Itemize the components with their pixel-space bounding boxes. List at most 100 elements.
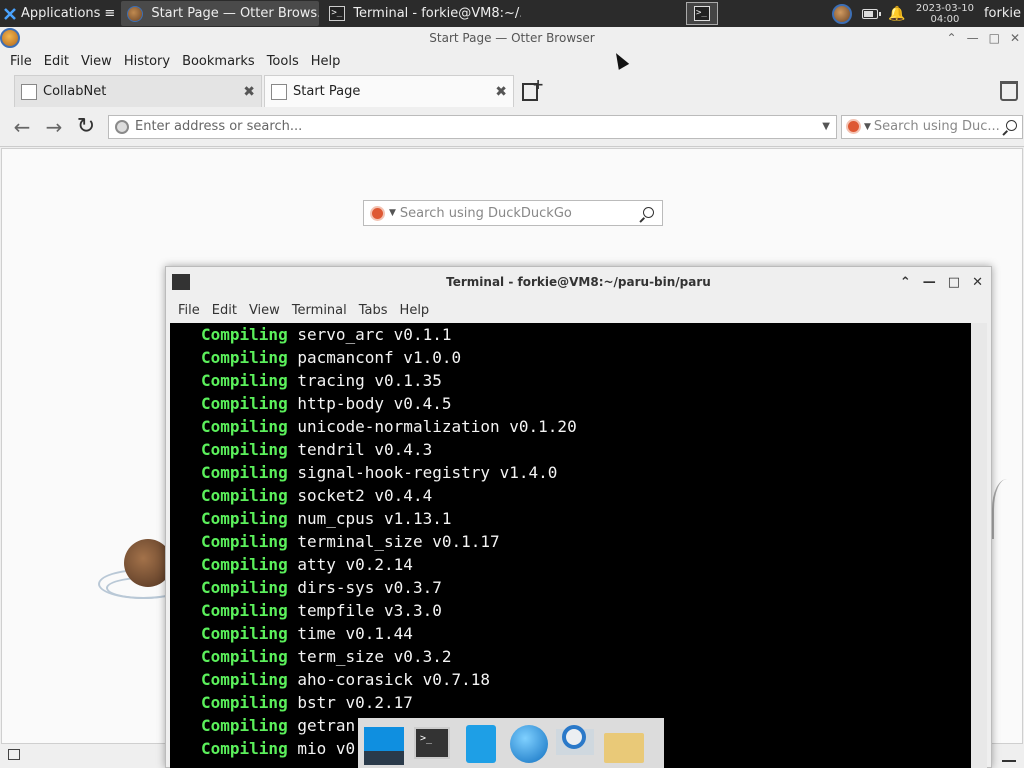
dock-show-desktop[interactable] <box>362 721 404 765</box>
search-bar[interactable]: ▼ Search using Duc... <box>841 114 1023 139</box>
globe-icon <box>115 119 129 134</box>
terminal-menu-file[interactable]: File <box>172 303 206 318</box>
start-page-search-input[interactable]: ▼ Search using DuckDuckGo <box>363 200 663 226</box>
terminal-titlebar[interactable]: Terminal - forkie@VM8:~/paru-bin/paru ⌃ … <box>166 267 991 297</box>
dock-home-folder[interactable] <box>602 721 644 765</box>
terminal-line: Compiling servo_arc v0.1.1 <box>201 323 972 346</box>
sidebar-toggle-icon[interactable] <box>8 749 20 760</box>
taskbar-item-browser[interactable]: Start Page — Otter Brows... <box>121 1 320 26</box>
forward-arrow-icon[interactable]: → <box>38 115 70 139</box>
user-menu[interactable]: forkie <box>984 6 1021 21</box>
search-icon[interactable] <box>643 207 654 218</box>
terminal-menu-view[interactable]: View <box>243 303 286 318</box>
terminal-line-text: unicode-normalization v0.1.20 <box>297 417 577 436</box>
terminal-keyword: Compiling <box>201 670 288 689</box>
search-icon[interactable] <box>1006 119 1017 131</box>
terminal-keyword: Compiling <box>201 693 288 712</box>
otter-tray-icon[interactable] <box>832 3 853 24</box>
maximize-icon[interactable]: □ <box>989 31 1000 45</box>
battery-icon[interactable] <box>862 8 882 19</box>
dock: >_ <box>358 718 664 768</box>
trash-icon[interactable] <box>1000 81 1018 101</box>
terminal-line: Compiling time v0.1.44 <box>201 622 972 645</box>
terminal-line-text: tracing v0.1.35 <box>297 371 442 390</box>
system-tray: 🔔 2023-03-10 04:00 forkie <box>832 0 1024 27</box>
chevron-up-icon[interactable]: ⌃ <box>900 275 911 290</box>
terminal-menu-edit[interactable]: Edit <box>206 303 243 318</box>
terminal-keyword: Compiling <box>201 739 288 758</box>
terminal-window-title: Terminal - forkie@VM8:~/paru-bin/paru <box>446 275 711 289</box>
applications-menu-button[interactable]: Applications ≡ <box>0 0 119 27</box>
clock[interactable]: 2023-03-10 04:00 <box>916 3 974 25</box>
chevron-up-icon[interactable]: ⌃ <box>947 31 957 45</box>
terminal-line-text: num_cpus v1.13.1 <box>297 509 452 528</box>
terminal-keyword: Compiling <box>201 348 288 367</box>
dock-file-manager[interactable] <box>458 721 498 765</box>
grass-illustration <box>992 479 1022 539</box>
close-icon[interactable]: ✕ <box>1010 31 1020 45</box>
duckduckgo-icon[interactable] <box>846 119 861 134</box>
applications-suffix: ≡ <box>104 6 116 21</box>
taskbar-item-label: Terminal - forkie@VM8:~/... <box>353 6 522 21</box>
menu-view[interactable]: View <box>75 54 118 69</box>
terminal-menu-tabs[interactable]: Tabs <box>353 303 394 318</box>
terminal-keyword: Compiling <box>201 716 288 735</box>
dock-app-finder[interactable] <box>554 721 594 765</box>
address-bar[interactable]: Enter address or search... ▼ <box>108 114 837 139</box>
menu-file[interactable]: File <box>4 54 38 69</box>
otter-browser-icon <box>0 28 20 48</box>
address-placeholder: Enter address or search... <box>135 119 303 134</box>
new-tab-icon[interactable]: + <box>520 78 544 103</box>
taskbar-item-terminal[interactable]: >_ Terminal - forkie@VM8:~/... <box>323 1 521 26</box>
taskbar-item-label: Start Page — Otter Brows... <box>151 6 320 21</box>
page-icon <box>271 83 287 100</box>
terminal-line-text: pacmanconf v1.0.0 <box>297 348 462 367</box>
maximize-icon[interactable]: □ <box>948 275 960 290</box>
terminal-line: Compiling tendril v0.4.3 <box>201 438 972 461</box>
chevron-down-icon[interactable]: ▼ <box>822 121 830 132</box>
terminal-line: Compiling signal-hook-registry v1.4.0 <box>201 461 972 484</box>
minimize-icon[interactable]: — <box>923 275 936 290</box>
terminal-icon: >_ <box>329 6 346 21</box>
terminal-menu-help[interactable]: Help <box>394 303 436 318</box>
menu-help[interactable]: Help <box>305 54 347 69</box>
tab-collabnet[interactable]: CollabNet ✖ <box>14 75 262 107</box>
terminal-line: Compiling pacmanconf v1.0.0 <box>201 346 972 369</box>
close-icon[interactable]: ✕ <box>972 275 983 290</box>
terminal-keyword: Compiling <box>201 647 288 666</box>
terminal-line: Compiling tracing v0.1.35 <box>201 369 972 392</box>
terminal-line-text: bstr v0.2.17 <box>297 693 413 712</box>
browser-window-title: Start Page — Otter Browser <box>429 31 595 45</box>
menu-bookmarks[interactable]: Bookmarks <box>176 54 261 69</box>
duckduckgo-icon[interactable] <box>370 205 385 221</box>
clock-date: 2023-03-10 <box>915 2 974 14</box>
terminal-output[interactable]: Compiling servo_arc v0.1.1 Compiling pacm… <box>170 323 972 768</box>
terminal-line: Compiling socket2 v0.4.4 <box>201 484 972 507</box>
dock-web-browser[interactable] <box>506 721 548 765</box>
close-tab-icon[interactable]: ✖ <box>495 84 507 100</box>
menu-tools[interactable]: Tools <box>261 54 305 69</box>
menu-history[interactable]: History <box>118 54 176 69</box>
notification-bell-icon[interactable]: 🔔 <box>888 6 905 22</box>
tab-start-page[interactable]: Start Page ✖ <box>264 75 514 107</box>
terminal-keyword: Compiling <box>201 371 288 390</box>
workspace-switcher[interactable]: >_ <box>686 2 718 25</box>
terminal-line-text: terminal_size v0.1.17 <box>297 532 500 551</box>
chevron-down-icon[interactable]: ▼ <box>864 122 871 132</box>
close-tab-icon[interactable]: ✖ <box>243 84 255 100</box>
menu-edit[interactable]: Edit <box>38 54 75 69</box>
browser-titlebar[interactable]: Start Page — Otter Browser ⌃ — □ ✕ <box>0 27 1024 49</box>
back-arrow-icon[interactable]: ← <box>6 115 38 139</box>
terminal-line: Compiling atty v0.2.14 <box>201 553 972 576</box>
terminal-line: Compiling dirs-sys v0.3.7 <box>201 576 972 599</box>
download-icon[interactable] <box>1002 748 1016 762</box>
terminal-menu-terminal[interactable]: Terminal <box>286 303 353 318</box>
minimize-icon[interactable]: — <box>967 31 979 45</box>
reload-icon[interactable]: ↻ <box>70 114 102 139</box>
page-icon <box>21 83 37 100</box>
terminal-keyword: Compiling <box>201 532 288 551</box>
terminal-window: Terminal - forkie@VM8:~/paru-bin/paru ⌃ … <box>165 266 992 768</box>
terminal-scrollbar[interactable] <box>971 323 987 768</box>
dock-terminal[interactable]: >_ <box>410 721 450 765</box>
chevron-down-icon[interactable]: ▼ <box>389 208 396 218</box>
